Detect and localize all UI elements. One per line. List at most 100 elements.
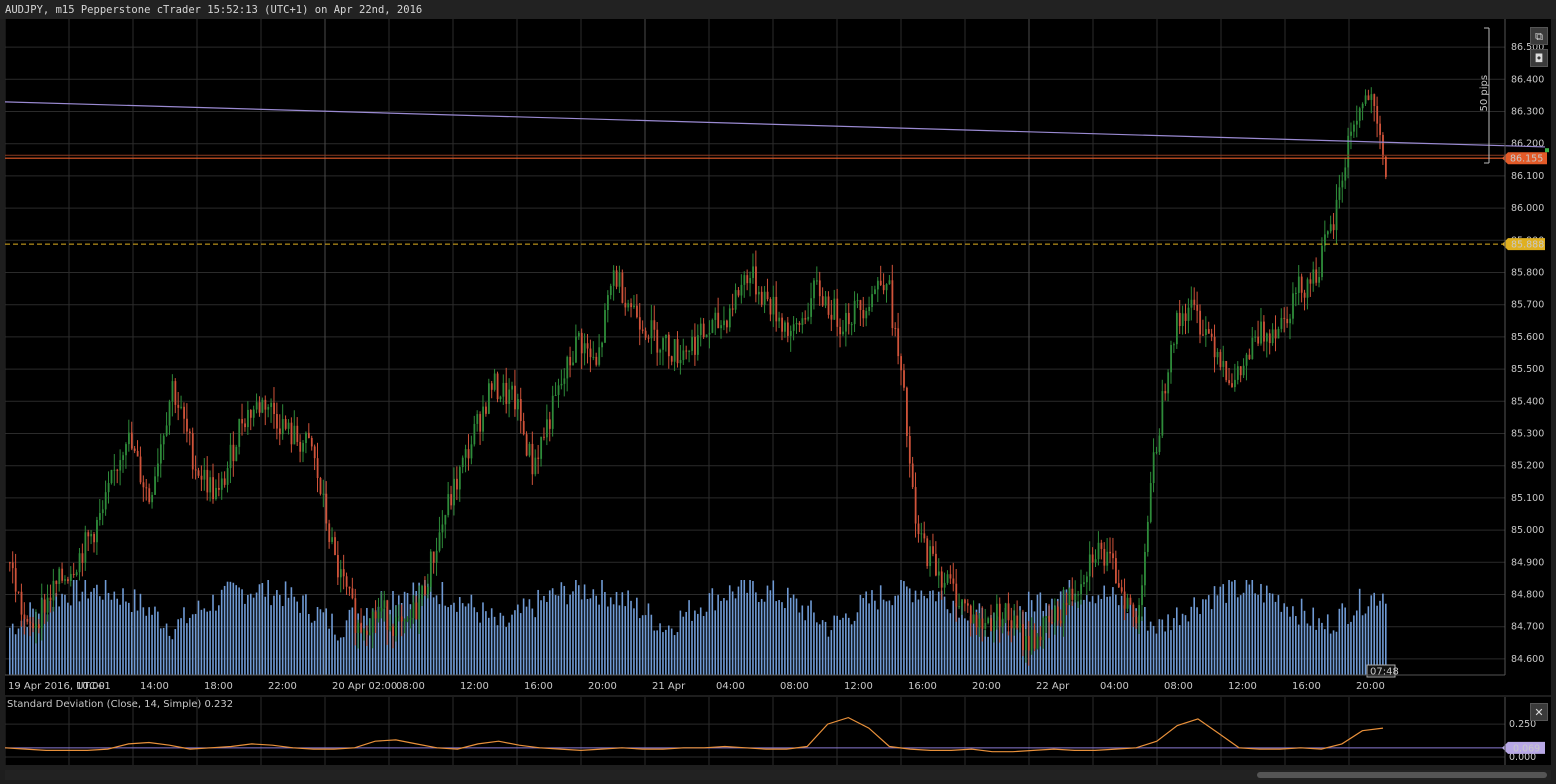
- candle-body: [522, 421, 525, 435]
- candle-body: [636, 305, 638, 318]
- x-tick-label: 20:00: [972, 681, 1001, 692]
- volume-bar: [946, 609, 949, 675]
- candle-body: [566, 356, 569, 379]
- horizontal-scrollbar[interactable]: [5, 770, 1551, 780]
- candle-body: [888, 280, 891, 285]
- candle-body: [1216, 351, 1219, 358]
- candle-body: [978, 618, 981, 628]
- candle-body: [615, 270, 618, 287]
- volume-bar: [1364, 613, 1367, 675]
- price-chart-panel[interactable]: 86.50086.40086.30086.20086.10086.00085.9…: [5, 19, 1551, 695]
- std-dev-chart[interactable]: 0.2500.000Standard Deviation (Close, 14,…: [5, 697, 1551, 765]
- std-value-label: 0.069: [1502, 741, 1545, 754]
- sub-background: [5, 697, 1551, 765]
- current-price-text: 86.155: [1510, 154, 1543, 165]
- candle-body: [197, 470, 200, 476]
- std-dev-panel[interactable]: 0.250 0.000 Standard Deviation (Close, 14,…: [5, 697, 1551, 765]
- y-tick-label: 85.200: [1511, 461, 1544, 472]
- volume-bar: [130, 612, 133, 675]
- volume-bar: [52, 606, 55, 675]
- candle-body: [1358, 108, 1361, 121]
- candle-body: [1025, 636, 1027, 651]
- volume-bar: [534, 617, 537, 675]
- candle-body: [130, 432, 133, 449]
- volume-bar: [116, 598, 119, 675]
- volume-bar: [607, 606, 609, 675]
- volume-bar: [1385, 603, 1387, 675]
- candle-body: [1297, 276, 1300, 293]
- candle-body: [368, 632, 371, 635]
- candle-body: [1146, 521, 1149, 552]
- volume-bar: [1178, 625, 1181, 675]
- candle-body: [389, 626, 392, 630]
- candle-body: [1117, 583, 1120, 588]
- x-tick-label: 10:00: [76, 681, 105, 692]
- candle-body: [702, 323, 705, 338]
- x-tick-label: 20:00: [588, 681, 617, 692]
- camera-icon[interactable]: ◘: [1530, 49, 1548, 67]
- price-chart[interactable]: 86.50086.40086.30086.20086.10086.00085.9…: [5, 19, 1551, 695]
- candle-body: [296, 425, 299, 442]
- volume-bar: [662, 632, 664, 675]
- volume-bar: [136, 610, 139, 675]
- volume-bar: [1141, 616, 1143, 675]
- candle-body: [1242, 365, 1245, 376]
- candle-body: [1367, 95, 1370, 100]
- volume-bar: [1190, 606, 1193, 675]
- volume-bar: [702, 616, 705, 675]
- volume-bar: [531, 608, 534, 675]
- candle-body: [1248, 354, 1251, 360]
- volume-bar: [609, 597, 612, 675]
- candle-body: [1326, 231, 1329, 235]
- candle-body: [966, 603, 969, 606]
- volume-bar: [229, 581, 232, 675]
- volume-bar: [429, 586, 432, 675]
- scrollbar-thumb[interactable]: [1257, 772, 1547, 778]
- candle-body: [87, 532, 90, 537]
- candle-body: [546, 419, 548, 438]
- volume-bar: [444, 605, 447, 675]
- candle-body: [447, 494, 450, 516]
- candle-body: [458, 467, 461, 490]
- external-link-icon[interactable]: ⧉: [1530, 27, 1548, 45]
- candle-body: [998, 603, 1001, 627]
- volume-bar: [308, 613, 310, 675]
- volume-bar: [55, 593, 58, 675]
- candle-body: [322, 493, 325, 495]
- volume-bar: [1271, 593, 1274, 675]
- close-icon[interactable]: ✕: [1530, 703, 1548, 721]
- candle-body: [305, 432, 307, 444]
- candle-body: [775, 296, 778, 322]
- volume-bar: [949, 613, 952, 675]
- candle-body: [932, 546, 934, 554]
- volume-bar: [1306, 623, 1309, 675]
- candle-body: [69, 573, 72, 581]
- candle-body: [119, 460, 122, 471]
- volume-bar: [926, 598, 928, 675]
- candle-body: [1210, 333, 1213, 337]
- volume-bar: [1184, 615, 1187, 675]
- volume-bar: [337, 640, 339, 675]
- x-tick-label: 18:00: [204, 681, 233, 692]
- candle-body: [1274, 329, 1277, 339]
- volume-bar: [1155, 633, 1158, 675]
- candle-body: [697, 335, 699, 355]
- candle-body: [493, 373, 496, 390]
- volume-bar: [656, 630, 658, 675]
- volume-bar: [435, 595, 438, 675]
- volume-bar: [334, 634, 336, 675]
- volume-bar: [209, 610, 211, 675]
- volume-bar: [1205, 599, 1207, 675]
- candle-body: [557, 385, 560, 395]
- volume-bar: [125, 601, 127, 675]
- candle-body: [244, 423, 246, 428]
- volume-bar: [1213, 586, 1216, 675]
- candle-body: [972, 615, 975, 624]
- volume-bar: [322, 612, 325, 675]
- candle-body: [630, 303, 633, 308]
- candle-body: [107, 483, 110, 493]
- candle-body: [749, 277, 752, 284]
- candle-body: [592, 356, 595, 358]
- volume-bar: [200, 609, 203, 675]
- candle-body: [212, 477, 215, 500]
